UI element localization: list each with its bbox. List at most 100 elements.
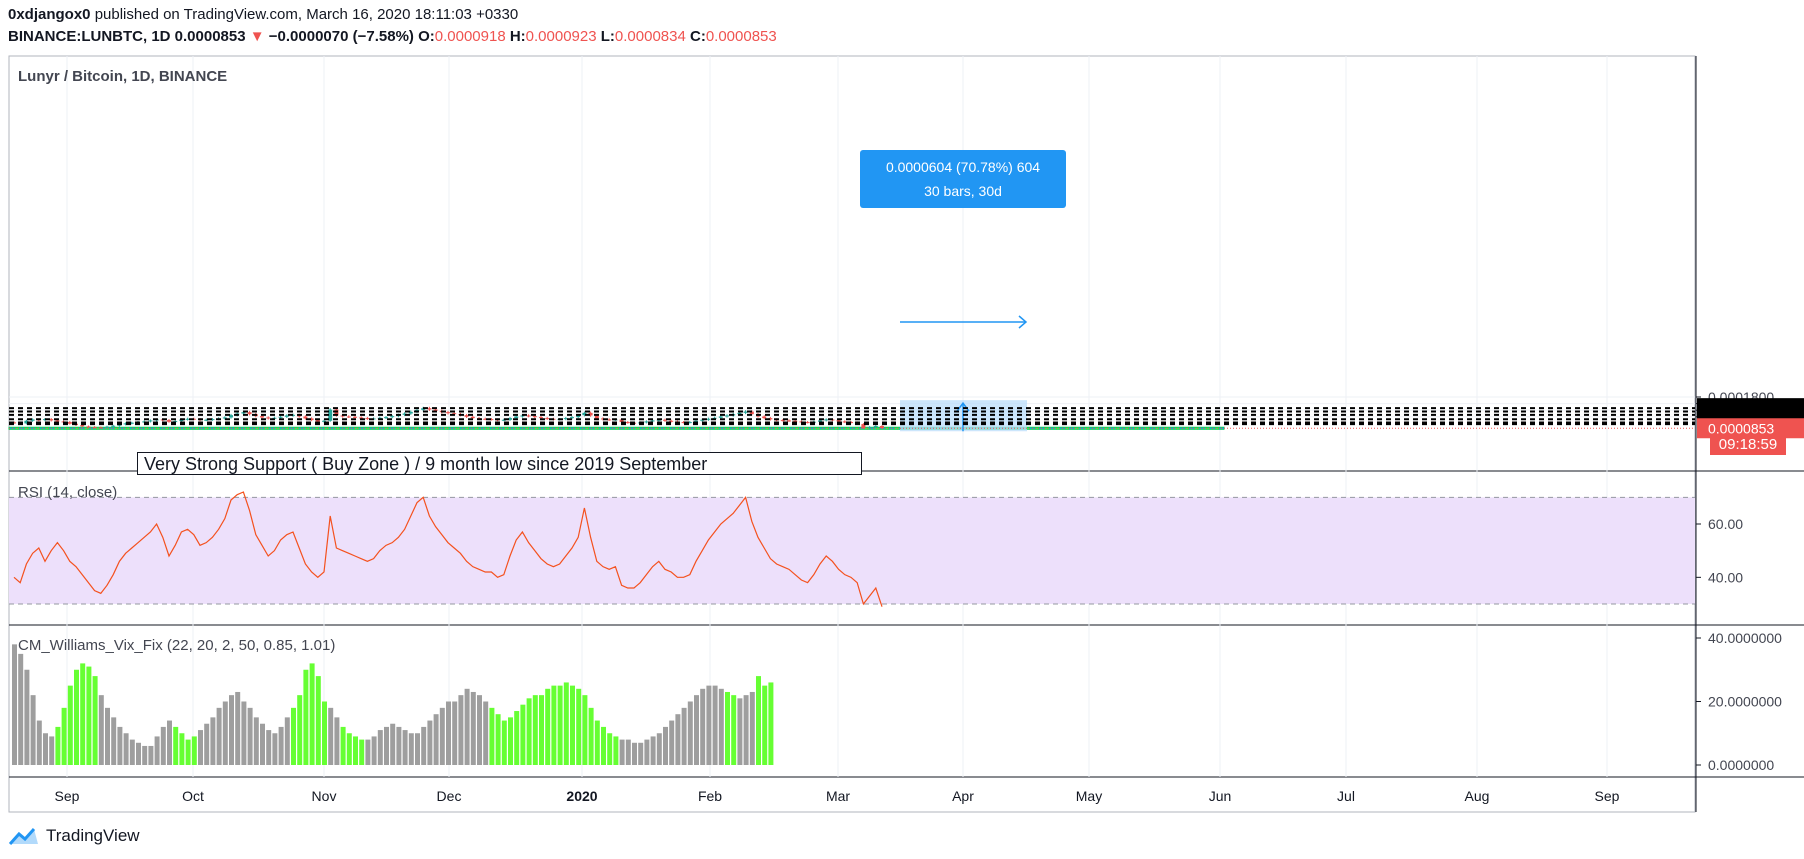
vix-bar [365,739,371,765]
vix-bar [663,726,668,765]
vix-bar [588,707,594,765]
vix-bar [551,685,557,765]
vix-bar [18,653,24,765]
rsi-tick-label: 40.00 [1708,569,1743,585]
vix-bar [334,717,340,765]
candle-body [880,426,884,429]
measure-tooltip[interactable]: 0.0000604 (70.78%) 604 30 bars, 30d [860,150,1066,208]
candle-body [787,420,791,422]
vix-bar [136,742,141,765]
vix-bar [576,688,582,765]
candle-body [353,416,357,418]
candle-body [873,426,878,428]
vix-bar [470,691,476,765]
vix-bar [253,717,259,765]
vix-bar [278,726,284,765]
main-pane-title: Lunyr / Bitcoin, 1D, BINANCE [18,68,228,85]
vix-bar [539,695,544,765]
measure-price-change: 0.0000604 (70.78%) 604 [885,159,1041,175]
rsi-pane-title: RSI (14, close) [18,484,118,501]
candle-body [86,426,91,428]
bar-countdown: 09:18:59 [1710,434,1786,455]
vix-bar [61,707,67,765]
footer-brand[interactable]: TradingView [8,826,140,846]
vix-bar [632,742,637,765]
vix-bar [142,745,148,765]
x-tick-label: Jun [1209,788,1232,804]
candle-body [98,427,103,429]
candle-body [303,416,308,419]
x-tick-label: Aug [1465,788,1490,804]
vix-bar [74,669,79,765]
vix-bar [377,730,383,765]
x-tick-label: Sep [1595,788,1620,804]
vix-bar [594,720,600,765]
vix-bar [241,701,247,765]
vix-bar [458,695,464,765]
vix-bar [421,726,427,765]
vix-bar [408,733,414,765]
vix-bar [86,666,92,765]
candle-body [644,421,649,423]
vix-bar [303,669,309,765]
vix-bar [340,726,346,765]
vix-bar [328,707,334,765]
candle-body [725,415,729,417]
candle-body [390,416,395,418]
vix-bar [117,726,123,765]
chart-canvas[interactable]: Sep Oct Nov Dec 2020 Feb Mar Apr May Jun Jul Aug Sep… [0,0,1804,859]
candle-body [278,416,283,418]
candle-body [539,417,543,419]
vix-bar [402,730,408,765]
x-tick-label: May [1076,788,1102,804]
vix-pane-title: CM_Williams_Vix_Fix (22, 20, 2, 50, 0.85… [18,637,336,654]
vix-bar [322,701,327,765]
candle-body [260,416,264,418]
vix-bar [198,730,203,765]
vix-bar [557,685,563,765]
vix-bar [160,726,166,765]
vix-bar [260,723,265,765]
x-tick-label: Jul [1337,788,1355,804]
x-tick-label: Dec [437,788,462,804]
vix-bar [477,695,482,765]
vix-bar [235,691,241,765]
x-tick-label: Feb [698,788,722,804]
vix-bar [179,733,185,765]
vix-bar [756,676,761,765]
rsi-band [9,497,1695,604]
vix-bar [272,733,278,765]
rsi-tick-label: 60.00 [1708,516,1743,532]
x-tick-label: Oct [182,788,204,804]
vix-bar [526,698,532,765]
vix-bar [24,669,30,765]
candle-body [105,426,109,428]
vix-bar [266,730,272,765]
vix-bar [80,663,86,765]
vix-bar [694,695,699,765]
candle-body [867,427,872,429]
vix-bar [712,685,718,765]
vix-bar [446,701,451,765]
chart-frame [8,55,1696,813]
support-annotation[interactable]: Very Strong Support ( Buy Zone ) / 9 mon… [137,452,862,475]
vix-bar [427,720,433,765]
vix-bar [129,739,135,765]
vix-bar [353,736,358,765]
candle-body [148,420,153,422]
candle-body [266,417,271,419]
vix-bar [638,742,644,765]
vix-bar [669,720,675,765]
vix-bar [508,717,513,765]
vix-bar [247,707,253,765]
vix-bar [92,676,98,765]
candle-body [80,425,85,427]
vix-bar [105,707,110,765]
x-tick-label: Sep [55,788,80,804]
vix-bar [706,685,712,765]
candle-body [625,422,630,424]
vix-bar [210,717,216,765]
vix-bar [625,739,631,765]
vix-bar [222,701,228,765]
vix-bar [67,685,73,765]
